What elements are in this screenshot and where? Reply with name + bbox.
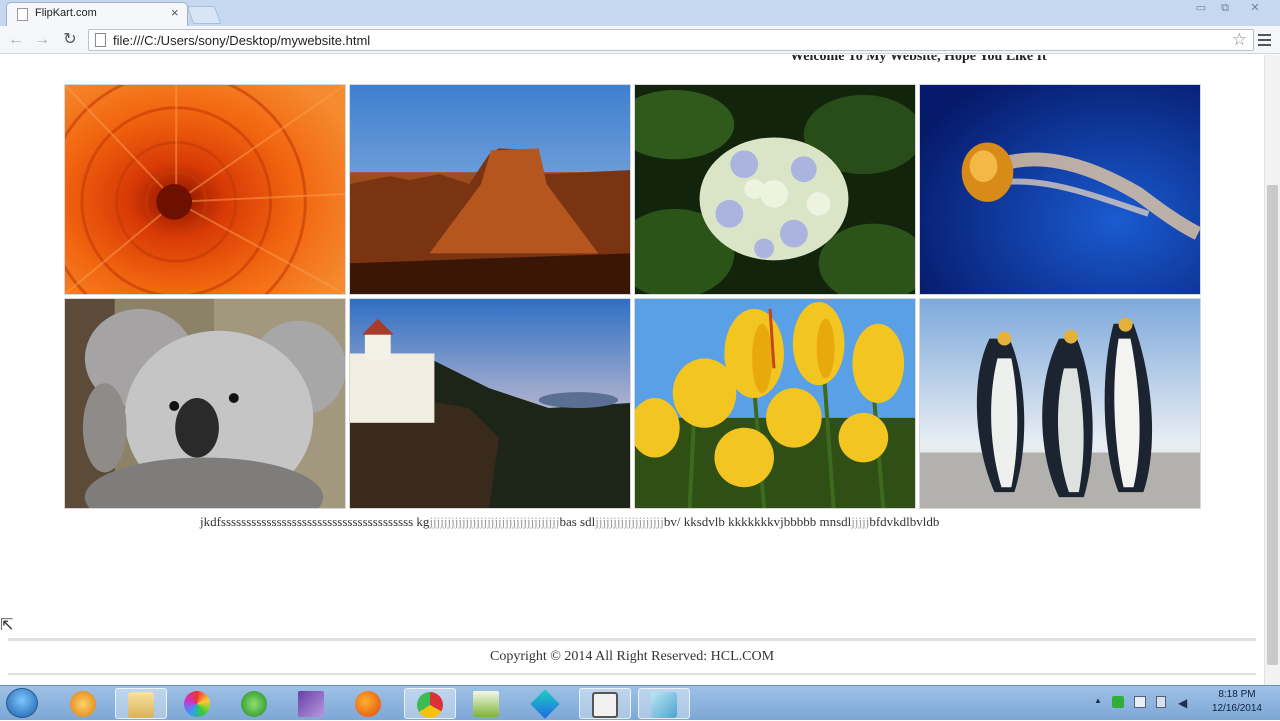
tray-app-icon[interactable]: [1112, 696, 1124, 708]
window-icon: [592, 692, 618, 718]
folder-icon: [128, 692, 154, 718]
browser-tab[interactable]: FlipKart.com ×: [6, 2, 188, 26]
browser-toolbar: ← → ↻ file:///C:/Users/sony/Desktop/mywe…: [0, 26, 1280, 54]
taskbar-gem-app[interactable]: [520, 688, 572, 719]
koala-image: [64, 298, 346, 509]
copyright-text: Copyright © 2014 All Right Reserved: HCL…: [489, 649, 775, 664]
mouse-cursor-icon: ⇱: [0, 617, 14, 634]
system-clock[interactable]: 8:18 PM 12/16/2014: [1212, 688, 1262, 716]
jellyfish-image: [919, 84, 1201, 295]
url-text[interactable]: file:///C:/Users/sony/Desktop/mywebsite.…: [113, 33, 370, 48]
back-arrow-icon[interactable]: ←: [6, 30, 26, 50]
power-icon[interactable]: [1156, 696, 1166, 708]
content-text: jkdfssssssssssssssssssssssssssssssssssss…: [200, 514, 939, 530]
tab-title: FlipKart.com: [35, 7, 97, 19]
volume-icon[interactable]: ◀: [1178, 696, 1187, 710]
penguins-image: [919, 298, 1201, 509]
taskbar-media-player[interactable]: [58, 688, 110, 719]
start-button[interactable]: [6, 688, 38, 718]
picasa-icon: [184, 691, 210, 717]
content-text-part: bfdvkdlbvldb: [869, 514, 940, 529]
menu-icon[interactable]: [1258, 31, 1272, 49]
taskbar: ▲ ◀ 8:18 PM 12/16/2014: [0, 685, 1280, 720]
taskbar-firefox[interactable]: [343, 688, 395, 719]
reload-icon[interactable]: ↻: [60, 30, 80, 50]
gem-icon: [530, 689, 560, 719]
window-close-icon[interactable]: ✕: [1244, 0, 1266, 16]
lighthouse-image: [349, 298, 631, 509]
chrome-icon: [417, 692, 443, 718]
forward-arrow-icon[interactable]: →: [32, 30, 52, 50]
close-icon[interactable]: ×: [171, 5, 179, 20]
taskbar-visual-studio[interactable]: [286, 688, 338, 719]
desert-image: [349, 84, 631, 295]
tray-arrow-icon[interactable]: ▲: [1094, 696, 1102, 705]
bookmark-star-icon[interactable]: ☆: [1232, 30, 1247, 50]
taskbar-app-green[interactable]: [229, 688, 281, 719]
green-app-icon: [241, 691, 267, 717]
content-text-part: bas sdl: [559, 514, 596, 529]
taskbar-chart-app[interactable]: [461, 688, 513, 719]
content-link[interactable]: jjjjjjjjjjjjjjjjjjjjjjjjjjjjjjjjjjjj: [429, 514, 559, 529]
content-link[interactable]: jjjjj: [851, 514, 869, 529]
chart-app-icon: [473, 691, 499, 717]
media-player-icon: [70, 691, 96, 717]
restore-icon[interactable]: ⧉: [1214, 0, 1236, 16]
content-link[interactable]: jjjjjjjjjjjjjjjjjjj: [595, 514, 664, 529]
new-tab-button[interactable]: [186, 6, 222, 24]
firefox-icon: [355, 691, 381, 717]
visual-studio-icon: [298, 691, 324, 717]
paint-icon: [651, 692, 677, 718]
system-tray: ▲ ◀ 8:18 PM 12/16/2014: [1090, 686, 1280, 721]
footer-divider: [8, 673, 1256, 675]
welcome-heading: Welcome To My Website, Hope You Like It: [790, 55, 1047, 64]
clock-time: 8:18 PM: [1218, 689, 1256, 700]
taskbar-chrome[interactable]: [404, 688, 456, 719]
taskbar-picasa[interactable]: [172, 688, 224, 719]
browser-titlebar: FlipKart.com × ▭ ⧉ ✕: [0, 0, 1280, 26]
page-icon: [17, 8, 28, 21]
taskbar-window-app[interactable]: [579, 688, 631, 719]
network-icon[interactable]: [1134, 696, 1146, 708]
scrollbar-thumb[interactable]: [1267, 185, 1278, 665]
taskbar-paint-app[interactable]: [638, 688, 690, 719]
hydrangeas-image: [634, 84, 916, 295]
address-bar[interactable]: file:///C:/Users/sony/Desktop/mywebsite.…: [88, 29, 1254, 51]
content-text-part: jkdfssssssssssssssssssssssssssssssssssss…: [200, 514, 430, 529]
chrysanthemum-image: [64, 84, 346, 295]
page-icon: [95, 33, 106, 47]
clock-date: 12/16/2014: [1211, 703, 1262, 714]
taskbar-explorer[interactable]: [115, 688, 167, 719]
footer-divider: [8, 638, 1256, 641]
vertical-scrollbar[interactable]: [1264, 55, 1280, 685]
minimize-icon[interactable]: ▭: [1190, 0, 1212, 16]
content-text-part: bv/ kksdvlb kkkkkkkvjbbbbb mnsdl: [663, 514, 852, 529]
tulips-image: [634, 298, 916, 509]
page-viewport: Welcome To My Website, Hope You Like It: [0, 55, 1280, 685]
